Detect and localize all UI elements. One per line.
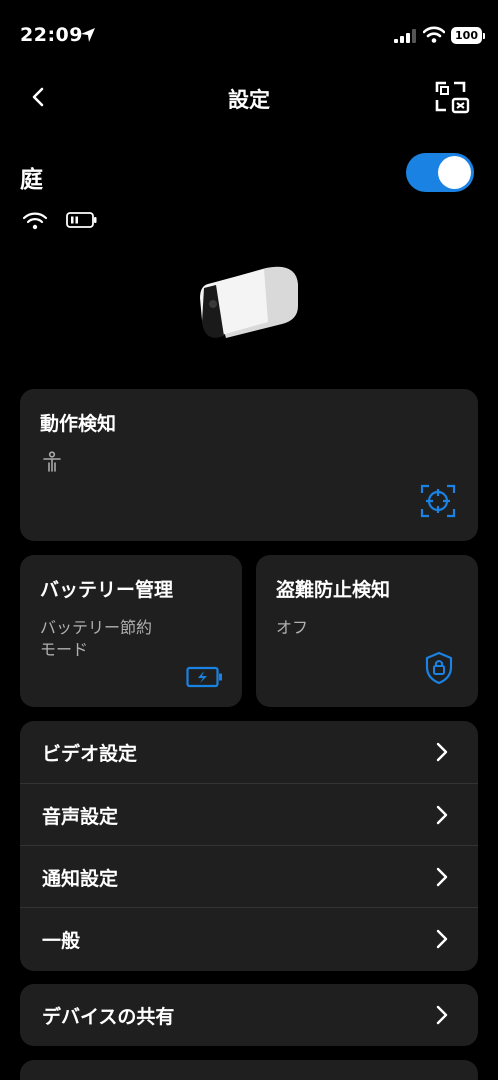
list-item-general[interactable]: 一般	[20, 907, 478, 969]
battery-mode-line1: バッテリー節約	[40, 618, 153, 637]
wifi-icon	[22, 212, 48, 230]
chevron-right-icon	[436, 1005, 448, 1025]
chevron-right-icon	[436, 867, 448, 887]
cellular-signal-icon	[394, 29, 416, 43]
shield-lock-icon	[425, 651, 453, 685]
list-item-label: ビデオ設定	[42, 743, 138, 765]
camera-image	[200, 266, 298, 338]
device-sharing-row[interactable]: デバイスの共有	[20, 984, 478, 1046]
device-enable-toggle[interactable]	[406, 153, 474, 192]
list-item-video-settings[interactable]: ビデオ設定	[20, 721, 478, 783]
motion-zone-icon	[420, 484, 456, 518]
qr-code-icon[interactable]	[432, 78, 474, 118]
list-item-label: 音声設定	[42, 806, 119, 828]
wifi-status-icon	[423, 26, 445, 43]
battery-management-title: バッテリー管理	[40, 579, 174, 601]
battery-mode-line2: モード	[40, 640, 89, 659]
battery-status-icon: 100	[451, 27, 485, 44]
device-name: 庭	[20, 167, 43, 193]
next-settings-card[interactable]	[20, 1060, 478, 1080]
settings-list: ビデオ設定 音声設定 通知設定 一般	[20, 721, 478, 971]
list-item-label: 通知設定	[42, 868, 119, 890]
battery-charging-icon	[186, 666, 222, 688]
chevron-right-icon	[436, 929, 448, 949]
anti-theft-status: オフ	[276, 618, 309, 637]
device-sharing-label: デバイスの共有	[42, 1006, 175, 1028]
anti-theft-title: 盗難防止検知	[276, 579, 391, 601]
toggle-knob	[438, 156, 471, 189]
motion-detection-title: 動作検知	[40, 413, 117, 435]
person-icon	[43, 451, 61, 472]
list-item-audio-settings[interactable]: 音声設定	[20, 783, 478, 845]
list-item-label: 一般	[42, 930, 81, 952]
status-time: 22:09	[20, 24, 83, 46]
anti-theft-card[interactable]: 盗難防止検知 オフ	[256, 555, 478, 707]
motion-detection-card[interactable]: 動作検知	[20, 389, 478, 541]
list-item-notification-settings[interactable]: 通知設定	[20, 845, 478, 907]
nav-bar: 設定	[0, 72, 498, 122]
chevron-right-icon	[436, 805, 448, 825]
device-battery-icon	[66, 212, 97, 228]
location-arrow-icon	[81, 28, 95, 42]
chevron-right-icon	[436, 742, 448, 762]
battery-management-card[interactable]: バッテリー管理 バッテリー節約 モード	[20, 555, 242, 707]
status-bar: 22:09 100	[0, 0, 498, 72]
page-title: 設定	[228, 88, 270, 112]
